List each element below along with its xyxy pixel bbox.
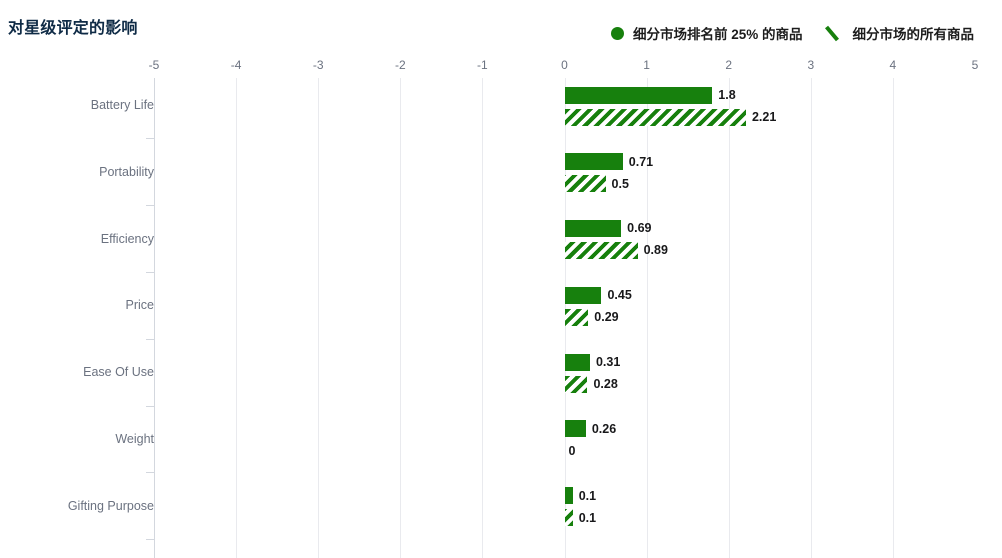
bar-group: Portability 0.71 0.5 [0,139,1002,207]
bar-groups: Battery Life 1.8 2.21 Portability 0.71 0.5 Eff… [0,78,1002,558]
y-axis-tickmark [146,539,154,541]
bar-all[interactable]: 2.21 [564,108,777,126]
hatch-stroke-icon [829,26,844,40]
bar-rect[interactable] [564,308,589,326]
chart-legend: 细分市场排名前 25% 的商品 细分市场的所有商品 [610,23,975,43]
bar-all[interactable]: 0.28 [564,375,618,393]
bar-all[interactable]: 0.1 [564,509,597,527]
x-tick-label: 3 [807,58,815,72]
x-tick-label: 0 [561,58,568,72]
bar-group: Battery Life 1.8 2.21 [0,73,1002,140]
bar-rect[interactable] [564,242,638,260]
legend-item-top25[interactable]: 细分市场排名前 25% 的商品 [610,23,803,43]
category-label: Efficiency [100,231,154,246]
plot-area: -5 -4 -3 -2 -1 0 1 2 3 4 5 Battery Life 1.8 2.21 Port… [0,58,1002,558]
bar-group: Gifting Purpose 0.1 0.1 [0,473,1002,541]
bar-top25[interactable]: 0.45 [564,286,632,304]
x-tick-label: 4 [889,58,897,72]
bar-top25[interactable]: 0.26 [564,420,617,438]
bar-value-label: 0.45 [607,288,632,303]
bar-top25[interactable]: 0.1 [564,487,597,505]
bar-value-label: 2.21 [751,109,777,124]
bar-rect[interactable] [564,220,622,238]
bar-group: Price 0.45 0.29 [0,273,1002,340]
bar-rect[interactable] [564,175,606,193]
category-label: Weight [115,431,154,446]
bar-all[interactable]: 0.29 [564,308,619,326]
x-tick-label: -3 [312,58,324,72]
bar-rect[interactable] [564,487,573,505]
legend-label-top25: 细分市场排名前 25% 的商品 [632,27,803,42]
bar-group: Efficiency 0.69 0.89 [0,206,1002,273]
x-tick-label: -5 [148,58,160,72]
bar-rect[interactable] [564,353,590,371]
bar-value-label: 0.69 [627,221,652,236]
category-label: Battery Life [90,98,154,112]
x-tick-label: 5 [971,58,979,72]
category-label: Portability [99,164,154,179]
bar-value-label: 0.31 [595,354,621,369]
bar-rect[interactable] [564,420,586,438]
x-tick-label: -1 [477,58,488,72]
category-label: Gifting Purpose [67,498,154,513]
circle-icon [610,26,624,40]
bar-rect[interactable] [564,108,746,126]
legend-label-all: 细分市场的所有商品 [852,27,975,42]
bar-top25[interactable]: 1.8 [564,86,736,104]
bar-value-label: 0.89 [643,243,668,258]
bar-rect[interactable] [564,509,573,527]
x-tick-label: -2 [394,58,406,72]
x-tick-label: -4 [230,58,242,72]
bar-rect[interactable] [564,375,588,393]
bar-all[interactable]: 0 [565,442,576,459]
legend-item-all[interactable]: 细分市场的所有商品 [829,23,975,43]
bar-rect[interactable] [564,86,713,104]
bar-all[interactable]: 0.89 [564,242,668,260]
bar-value-label: 1.8 [718,87,736,102]
category-label: Ease Of Use [83,365,154,380]
bar-value-label: 0.29 [594,310,619,325]
bar-top25[interactable]: 0.31 [564,353,621,371]
bar-value-label: 0.5 [611,176,629,191]
bar-value-label: 0.1 [578,510,597,525]
bar-all[interactable]: 0.5 [564,175,629,193]
bar-top25[interactable]: 0.71 [564,153,654,171]
bar-value-label: 0.28 [593,376,618,391]
bar-rect[interactable] [564,153,623,171]
bar-value-label: 0 [568,443,576,458]
bar-group: Ease Of Use 0.31 0.28 [0,340,1002,407]
x-tick-label: 2 [725,58,733,72]
chart-page: 对星级评定的影响 细分市场排名前 25% 的商品 细分市场的所有商品 -5 -4 -… [0,0,1002,558]
bar-value-label: 0.26 [591,421,617,436]
bar-rect[interactable] [564,286,602,304]
page-title: 对星级评定的影响 [8,20,138,37]
bar-top25[interactable]: 0.69 [564,220,652,238]
bar-group: Weight 0.26 0 [0,407,1002,474]
category-label: Price [125,298,154,313]
bar-value-label: 0.71 [628,154,654,169]
x-tick-label: 1 [643,58,650,72]
bar-value-label: 0.1 [578,488,597,503]
